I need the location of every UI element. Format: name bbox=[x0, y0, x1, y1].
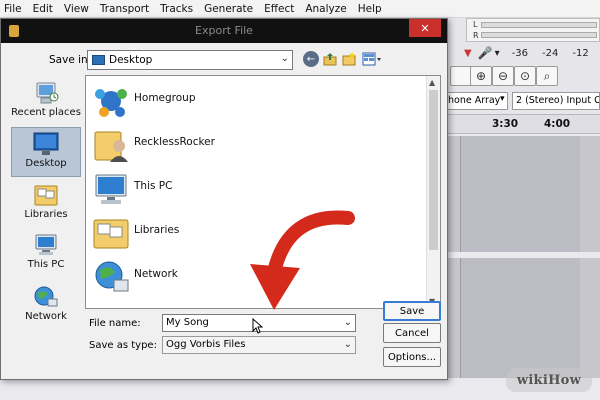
mixer-row: ▼ 🎤 ▾ -36 -24 -12 0 bbox=[462, 44, 600, 62]
chevron-down-icon[interactable]: ▾ bbox=[495, 48, 500, 59]
chevron-down-icon: ⌄ bbox=[343, 339, 352, 350]
mouse-cursor-icon bbox=[252, 318, 264, 334]
timeline-tick: 4:00 bbox=[544, 118, 571, 130]
list-item[interactable]: This PC bbox=[92, 168, 392, 210]
homegroup-icon bbox=[92, 82, 130, 120]
file-name: Homegroup bbox=[134, 92, 196, 104]
recent-places-icon bbox=[33, 81, 59, 105]
network-icon bbox=[33, 285, 59, 309]
recording-meter[interactable]: L R bbox=[466, 18, 600, 42]
fit-selection-icon[interactable]: ⊙ bbox=[514, 66, 536, 86]
file-name-value: My Song bbox=[166, 317, 209, 328]
nav-toolbar: ← bbox=[303, 50, 383, 70]
menu-generate[interactable]: Generate bbox=[204, 3, 253, 15]
meter-bar-left bbox=[481, 22, 597, 28]
toolbar-button[interactable] bbox=[450, 66, 472, 86]
computer-icon bbox=[33, 233, 59, 257]
menu-file[interactable]: File bbox=[4, 3, 22, 15]
meter-scale-tick: -12 bbox=[572, 47, 589, 59]
vertical-scrollbar[interactable]: ▲ ▼ bbox=[426, 76, 440, 308]
place-network[interactable]: Network bbox=[11, 281, 81, 331]
wikihow-watermark: wikiHow bbox=[506, 368, 592, 392]
meter-right-label: R bbox=[473, 31, 479, 40]
meter-scale-tick: -36 bbox=[511, 47, 529, 59]
libraries-folder-icon bbox=[92, 214, 130, 252]
save-in-value: Desktop bbox=[109, 54, 153, 66]
menu-view[interactable]: View bbox=[64, 3, 89, 15]
scrollbar-thumb[interactable] bbox=[429, 90, 438, 250]
chevron-down-icon: ⌄ bbox=[280, 53, 289, 64]
list-item[interactable]: RecklessRocker bbox=[92, 124, 392, 166]
chevron-down-icon[interactable]: ⌄ bbox=[344, 315, 352, 331]
waveform-area[interactable] bbox=[460, 136, 580, 252]
menu-help[interactable]: Help bbox=[358, 3, 382, 15]
place-label: Recent places bbox=[11, 107, 81, 118]
dialog-title-bar[interactable]: Export File ✕ bbox=[1, 19, 447, 43]
new-folder-icon[interactable] bbox=[341, 51, 357, 67]
zoom-out-icon[interactable]: ⊖ bbox=[492, 66, 514, 86]
place-label: This PC bbox=[27, 259, 65, 270]
place-label: Libraries bbox=[24, 209, 68, 220]
view-menu-icon[interactable] bbox=[361, 51, 383, 67]
audio-track[interactable] bbox=[440, 258, 600, 378]
record-level-icon: ▼ bbox=[464, 47, 472, 59]
dialog-title: Export File bbox=[195, 24, 253, 37]
libraries-icon bbox=[33, 183, 59, 207]
input-device-select[interactable]: hone Array bbox=[444, 92, 508, 110]
meter-scale-tick: -24 bbox=[542, 47, 559, 59]
microphone-icon[interactable]: 🎤 bbox=[478, 46, 493, 60]
save-as-type-select[interactable]: Ogg Vorbis Files ⌄ bbox=[162, 336, 356, 354]
place-recent-places[interactable]: Recent places bbox=[11, 77, 81, 127]
menu-effect[interactable]: Effect bbox=[264, 3, 294, 15]
zoom-in-icon[interactable]: ⊕ bbox=[470, 66, 492, 86]
menu-analyze[interactable]: Analyze bbox=[305, 3, 346, 15]
menu-edit[interactable]: Edit bbox=[33, 3, 53, 15]
desktop-icon bbox=[33, 132, 59, 156]
save-as-type-label: Save as type: bbox=[89, 340, 157, 351]
export-file-dialog: Export File ✕ Save in: Desktop ⌄ ← Recen… bbox=[0, 18, 448, 380]
fit-project-icon[interactable]: ⌕ bbox=[536, 66, 558, 86]
save-in-combo[interactable]: Desktop ⌄ bbox=[87, 50, 293, 70]
meter-left-label: L bbox=[473, 20, 478, 29]
audio-track[interactable] bbox=[440, 136, 600, 252]
file-name: Network bbox=[134, 268, 178, 280]
file-name: Libraries bbox=[134, 224, 180, 236]
save-as-type-value: Ogg Vorbis Files bbox=[166, 339, 246, 350]
edit-toolbar: ⊕ ⊖ ⊙ ⌕ bbox=[450, 66, 600, 88]
place-desktop[interactable]: Desktop bbox=[11, 127, 81, 177]
menu-tracks[interactable]: Tracks bbox=[160, 3, 193, 15]
input-channels-select[interactable]: 2 (Stereo) Input C bbox=[512, 92, 600, 110]
user-folder-icon bbox=[92, 126, 130, 164]
places-bar: Recent places Desktop Libraries This PC … bbox=[11, 77, 81, 357]
place-libraries[interactable]: Libraries bbox=[11, 179, 81, 229]
close-button[interactable]: ✕ bbox=[409, 19, 441, 37]
up-folder-icon[interactable] bbox=[322, 51, 338, 67]
timeline-tick: 3:30 bbox=[492, 118, 519, 130]
save-button[interactable]: Save bbox=[383, 301, 441, 321]
scroll-up-icon[interactable]: ▲ bbox=[429, 78, 435, 87]
computer-icon bbox=[92, 170, 130, 208]
waveform-area[interactable] bbox=[460, 258, 580, 378]
place-this-pc[interactable]: This PC bbox=[11, 229, 81, 279]
menu-bar: File Edit View Transport Tracks Generate… bbox=[0, 0, 600, 18]
chevron-down-icon: ▾ bbox=[500, 94, 505, 104]
place-label: Desktop bbox=[25, 158, 67, 169]
red-arrow-icon bbox=[250, 210, 355, 310]
file-name: RecklessRocker bbox=[134, 136, 215, 148]
file-name-label: File name: bbox=[89, 318, 141, 329]
file-name: This PC bbox=[134, 180, 173, 192]
desktop-icon bbox=[92, 55, 105, 65]
place-label: Network bbox=[25, 311, 67, 322]
back-icon[interactable]: ← bbox=[303, 51, 319, 67]
options-button[interactable]: Options... bbox=[383, 347, 441, 367]
cancel-button[interactable]: Cancel bbox=[383, 323, 441, 343]
timeline-ruler[interactable]: 3:30 4:00 bbox=[440, 114, 600, 134]
meter-bar-right bbox=[481, 32, 597, 38]
device-toolbar: hone Array ▾ 2 (Stereo) Input C bbox=[440, 92, 600, 112]
network-icon bbox=[92, 258, 130, 296]
list-item[interactable]: Homegroup bbox=[92, 80, 392, 122]
save-in-label: Save in: bbox=[49, 54, 92, 66]
menu-transport[interactable]: Transport bbox=[100, 3, 149, 15]
